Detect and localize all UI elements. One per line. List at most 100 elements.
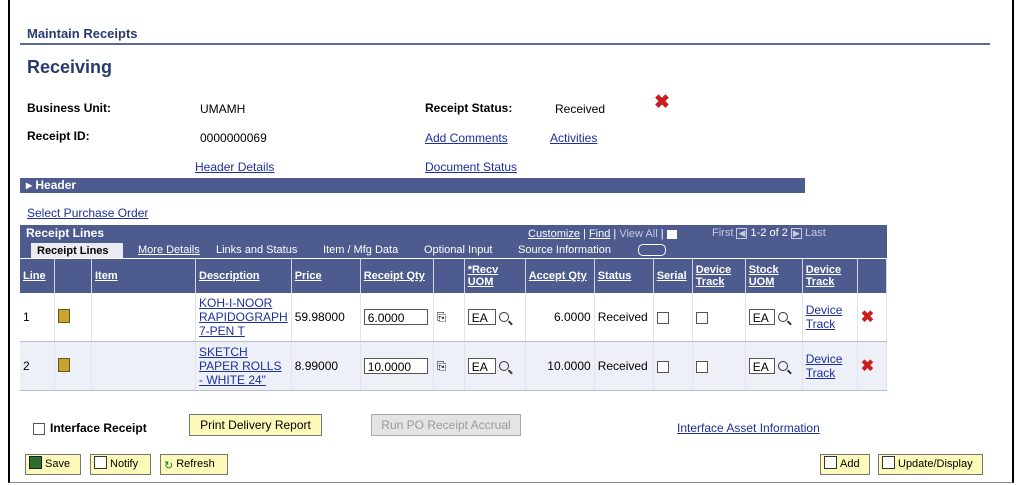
interface-receipt-checkbox[interactable] <box>33 422 45 435</box>
tab-bar: Receipt Lines More Details Links and Sta… <box>20 241 887 258</box>
find-link[interactable]: Find <box>589 228 610 240</box>
col-status[interactable]: Status <box>594 259 654 293</box>
update-display-button[interactable]: Update/Display <box>878 454 983 475</box>
print-delivery-report-button[interactable]: Print Delivery Report <box>189 414 322 436</box>
copy-icon[interactable]: ⎘ <box>433 293 465 342</box>
refresh-icon: ↻ <box>164 460 174 472</box>
recv-uom-input[interactable]: EA <box>467 309 496 325</box>
page-title: Receiving <box>27 57 113 77</box>
receipt-qty-input[interactable]: 6.0000 <box>363 309 428 325</box>
col-item[interactable]: Item <box>91 259 196 293</box>
row-description-link[interactable]: SKETCH PAPER ROLLS - WHITE 24" <box>195 341 292 391</box>
document-status-link[interactable]: Document Status <box>425 160 517 174</box>
interface-receipt-label: Interface Receipt <box>50 421 147 435</box>
tab-source-information[interactable]: Source Information <box>512 242 617 258</box>
lookup-icon[interactable] <box>777 361 788 371</box>
grid-nav: Customize | Find | View All | <box>528 228 677 240</box>
col-serial[interactable]: Serial <box>653 259 693 293</box>
receipt-qty-input[interactable]: 10.0000 <box>363 358 428 374</box>
recv-uom-input[interactable]: EA <box>467 358 496 374</box>
row-status: Received <box>594 341 654 391</box>
expand-arrow-icon: ▸ <box>26 178 36 192</box>
customize-link[interactable]: Customize <box>528 228 580 240</box>
row-accept-qty: 10.0000 <box>525 341 595 391</box>
col-description[interactable]: Description <box>195 259 292 293</box>
col-device-track-2[interactable]: Device Track <box>802 259 858 293</box>
tab-links-status[interactable]: Links and Status <box>210 242 303 258</box>
table-row: 1 KOH-I-NOOR RAPIDOGRAPH 7-PEN T 59.9800… <box>20 293 888 342</box>
show-all-tabs-icon[interactable] <box>632 242 672 258</box>
section-title: Maintain Receipts <box>27 26 138 41</box>
update-display-label: Update/Display <box>898 458 973 470</box>
row-detail-icon[interactable] <box>54 293 92 342</box>
receipt-status-label: Receipt Status: <box>425 101 513 115</box>
notify-icon <box>94 456 107 469</box>
lookup-icon[interactable] <box>498 361 509 371</box>
serial-checkbox[interactable] <box>656 311 669 324</box>
tab-more-details[interactable]: More Details <box>132 242 206 258</box>
save-button[interactable]: Save <box>25 454 81 475</box>
delete-receipt-icon[interactable]: ✖ <box>654 91 670 114</box>
delete-row-icon[interactable]: ✖ <box>857 293 888 342</box>
row-description-link[interactable]: KOH-I-NOOR RAPIDOGRAPH 7-PEN T <box>195 293 292 342</box>
delete-row-icon[interactable]: ✖ <box>857 341 888 391</box>
col-device-track[interactable]: Device Track <box>692 259 746 293</box>
grid-view-icon[interactable] <box>666 229 677 239</box>
col-line[interactable]: Line <box>20 259 55 293</box>
serial-checkbox[interactable] <box>656 360 669 373</box>
next-arrow-icon[interactable]: ▶ <box>790 228 802 239</box>
tab-receipt-lines[interactable]: Receipt Lines <box>30 242 124 258</box>
add-label: Add <box>840 458 860 470</box>
activities-link[interactable]: Activities <box>550 131 597 145</box>
row-price: 59.98000 <box>291 293 361 342</box>
receipt-lines-table: Line Item Description Price Receipt Qty … <box>20 259 888 391</box>
col-copy <box>433 259 465 293</box>
lookup-icon[interactable] <box>498 312 509 322</box>
receipt-status-value: Received <box>555 102 606 116</box>
stock-uom-input[interactable]: EA <box>748 358 775 374</box>
interface-asset-link[interactable]: Interface Asset Information <box>677 421 820 435</box>
row-item <box>91 293 196 342</box>
row-detail-icon[interactable] <box>54 341 92 391</box>
save-icon <box>29 456 42 469</box>
col-accept-qty[interactable]: Accept Qty <box>525 259 595 293</box>
select-po-link[interactable]: Select Purchase Order <box>27 206 148 220</box>
device-track-checkbox[interactable] <box>695 360 708 373</box>
tab-item-mfg[interactable]: Item / Mfg Data <box>317 242 404 258</box>
first-label: First <box>712 227 734 239</box>
page-range: 1-2 of 2 <box>750 227 788 239</box>
add-comments-link[interactable]: Add Comments <box>425 131 508 145</box>
lookup-icon[interactable] <box>777 312 788 322</box>
add-icon <box>824 456 837 469</box>
stock-uom-input[interactable]: EA <box>748 309 775 325</box>
tab-optional-input[interactable]: Optional Input <box>418 242 499 258</box>
copy-icon[interactable]: ⎘ <box>433 341 465 391</box>
notify-label: Notify <box>110 458 139 470</box>
receipt-id-value: 0000000069 <box>200 131 267 145</box>
row-stock-uom-cell: EA <box>745 293 803 342</box>
interface-receipt-control[interactable]: Interface Receipt <box>33 421 147 435</box>
col-icon <box>54 259 92 293</box>
col-price[interactable]: Price <box>291 259 361 293</box>
view-all-link[interactable]: View All <box>619 228 657 240</box>
col-stock-uom[interactable]: Stock UOM <box>745 259 803 293</box>
header-collapse-bar[interactable]: ▸ Header <box>20 178 805 193</box>
col-receipt-qty[interactable]: Receipt Qty <box>360 259 434 293</box>
refresh-label: Refresh <box>176 458 215 470</box>
prev-arrow-icon[interactable]: ◀ <box>736 228 748 239</box>
save-label: Save <box>45 458 71 470</box>
refresh-button[interactable]: ↻ Refresh <box>160 454 228 475</box>
device-track-checkbox[interactable] <box>695 311 708 324</box>
add-button[interactable]: Add <box>820 454 870 475</box>
col-recv-uom[interactable]: *Recv UOM <box>464 259 526 293</box>
device-track-link[interactable]: Device Track <box>802 341 858 391</box>
notify-button[interactable]: Notify <box>90 454 151 475</box>
business-unit-value: UMAMH <box>200 102 246 116</box>
row-receipt-qty-cell: 6.0000 <box>360 293 434 342</box>
grid-title: Receipt Lines <box>26 226 105 240</box>
header-details-link[interactable]: Header Details <box>195 160 274 174</box>
row-status: Received <box>594 293 654 342</box>
run-po-receipt-accrual-button[interactable]: Run PO Receipt Accrual <box>371 414 521 436</box>
device-track-link[interactable]: Device Track <box>802 293 858 342</box>
row-item <box>91 341 196 391</box>
